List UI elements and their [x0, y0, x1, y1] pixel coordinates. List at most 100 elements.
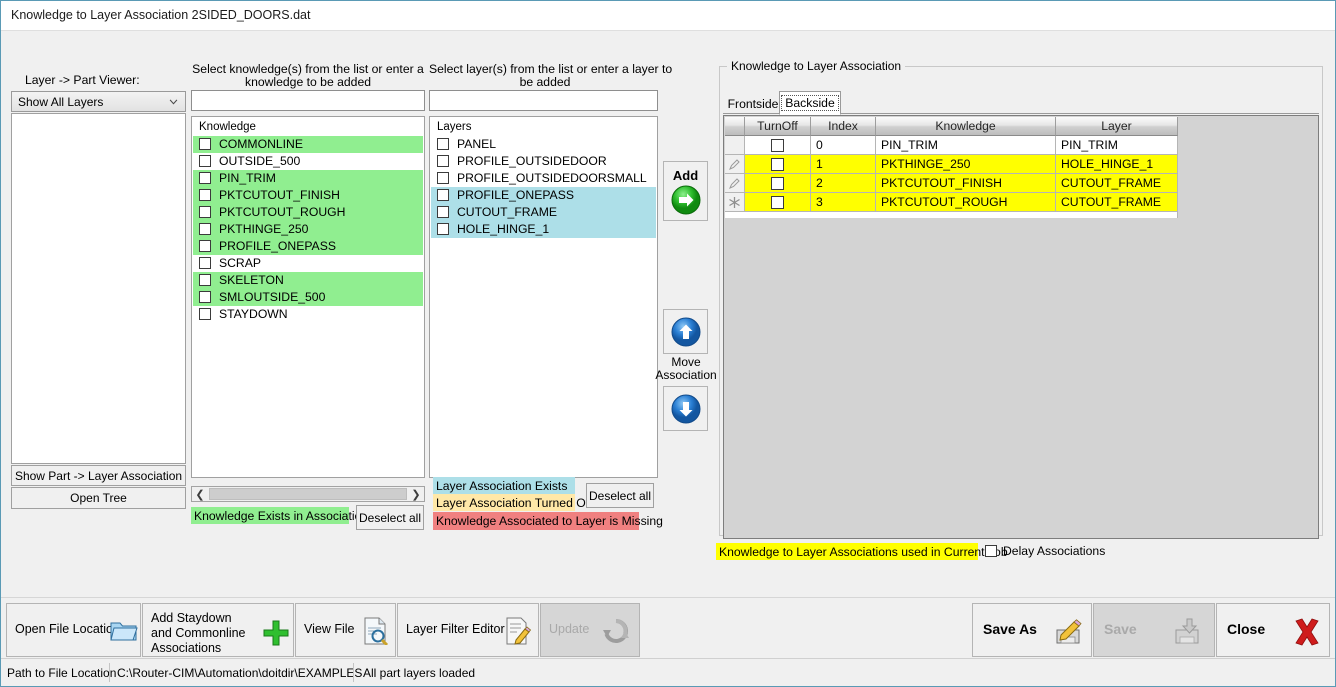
save-button[interactable]: Save	[1093, 603, 1215, 657]
layer-item-row[interactable]: PROFILE_OUTSIDEDOORSMALL	[431, 170, 656, 187]
knowledge-item-row[interactable]: SKELETON	[193, 272, 423, 289]
grid-cell-knowledge[interactable]: PIN_TRIM	[876, 136, 1056, 155]
view-file-button[interactable]: View File	[295, 603, 396, 657]
layer-item-row[interactable]: CUTOUT_FRAME	[431, 204, 656, 221]
knowledge-list[interactable]: Knowledge COMMONLINE OUTSIDE_500 PIN_TRIM P…	[191, 116, 425, 478]
update-button[interactable]: Update	[540, 603, 640, 657]
delay-associations-checkbox[interactable]	[985, 545, 997, 557]
grid-header-turn_off[interactable]: TurnOff	[745, 117, 811, 136]
grid-cell-knowledge[interactable]: PKTCUTOUT_FINISH	[876, 174, 1056, 193]
grid-cell-marker[interactable]	[725, 174, 745, 193]
move-association-down-button[interactable]	[663, 386, 708, 431]
knowledge-item-checkbox[interactable]	[199, 291, 211, 303]
scroll-thumb[interactable]	[209, 488, 407, 500]
save-disk-icon	[1175, 618, 1199, 644]
knowledge-item-row[interactable]: PROFILE_ONEPASS	[193, 238, 423, 255]
grid-cell-knowledge[interactable]: PKTHINGE_250	[876, 155, 1056, 174]
save-as-button[interactable]: Save As	[972, 603, 1092, 657]
grid-cell-index[interactable]: 2	[811, 174, 876, 193]
knowledge-deselect-all-button[interactable]: Deselect all	[356, 505, 424, 530]
close-button[interactable]: Close	[1216, 603, 1330, 657]
layer-item-row[interactable]: HOLE_HINGE_1	[431, 221, 656, 238]
grid-turnoff-checkbox[interactable]	[771, 138, 784, 152]
grid-header-index[interactable]: Index	[811, 117, 876, 136]
layer-item-checkbox[interactable]	[437, 206, 449, 218]
open-file-location-button[interactable]: Open File Location	[6, 603, 141, 657]
add-staydown-commonline-button[interactable]: Add Staydown and Commonline Associations	[142, 603, 294, 657]
scroll-right-icon[interactable]: ❯	[408, 487, 424, 501]
layer-item-checkbox[interactable]	[437, 189, 449, 201]
grid-cell-layer[interactable]: CUTOUT_FRAME	[1056, 193, 1178, 212]
layer-item-checkbox[interactable]	[437, 155, 449, 167]
grid-cell-knowledge[interactable]: PKTCUTOUT_ROUGH	[876, 193, 1056, 212]
layer-item-row[interactable]: PROFILE_ONEPASS	[431, 187, 656, 204]
knowledge-item-checkbox[interactable]	[199, 274, 211, 286]
layer-entry-input[interactable]	[429, 90, 658, 111]
knowledge-item-checkbox[interactable]	[199, 206, 211, 218]
layers-list[interactable]: Layers PANEL PROFILE_OUTSIDEDOOR PROFILE_O…	[429, 116, 658, 478]
knowledge-item-row[interactable]: OUTSIDE_500	[193, 153, 423, 170]
grid-turnoff-checkbox[interactable]	[771, 176, 784, 190]
knowledge-item-row[interactable]: PKTHINGE_250	[193, 221, 423, 238]
grid-cell-index[interactable]: 0	[811, 136, 876, 155]
knowledge-item-row[interactable]: SCRAP	[193, 255, 423, 272]
layer-filter-editor-button[interactable]: Layer Filter Editor	[397, 603, 539, 657]
layers-deselect-all-button[interactable]: Deselect all	[586, 483, 654, 508]
knowledge-item-checkbox[interactable]	[199, 257, 211, 269]
delay-associations-label: Delay Associations	[1003, 544, 1106, 558]
grid-cell-marker[interactable]	[725, 155, 745, 174]
show-part-layer-association-button[interactable]: Show Part -> Layer Association	[11, 465, 186, 486]
layer-part-viewer-label: Layer -> Part Viewer:	[25, 73, 140, 87]
open-tree-button[interactable]: Open Tree	[11, 487, 186, 509]
move-association-up-button[interactable]	[663, 309, 708, 354]
association-grid[interactable]: TurnOff Index Knowledge Layer 0 PIN_TRIM PIN_T…	[723, 115, 1319, 539]
knowledge-item-checkbox[interactable]	[199, 138, 211, 150]
knowledge-item-row[interactable]: PIN_TRIM	[193, 170, 423, 187]
grid-cell-layer[interactable]: HOLE_HINGE_1	[1056, 155, 1178, 174]
layer-legend-exists: Layer Association Exists	[433, 477, 575, 494]
knowledge-item-checkbox[interactable]	[199, 308, 211, 320]
knowledge-item-checkbox[interactable]	[199, 189, 211, 201]
knowledge-entry-input[interactable]	[191, 90, 425, 111]
grid-cell-turn_off[interactable]	[745, 155, 811, 174]
layer-item-checkbox[interactable]	[437, 223, 449, 235]
grid-turnoff-checkbox[interactable]	[771, 195, 784, 209]
grid-cell-marker[interactable]	[725, 136, 745, 155]
layer-legend-missing: Knowledge Associated to Layer is Missing	[433, 512, 663, 530]
scroll-left-icon[interactable]: ❮	[192, 487, 208, 501]
layer-item-label: PROFILE_ONEPASS	[457, 188, 574, 202]
knowledge-item-row[interactable]: PKTCUTOUT_ROUGH	[193, 204, 423, 221]
knowledge-item-checkbox[interactable]	[199, 240, 211, 252]
grid-cell-marker[interactable]	[725, 193, 745, 212]
knowledge-item-label: PKTCUTOUT_FINISH	[219, 188, 340, 202]
layer-item-checkbox[interactable]	[437, 138, 449, 150]
knowledge-item-row[interactable]: COMMONLINE	[193, 136, 423, 153]
knowledge-item-checkbox[interactable]	[199, 155, 211, 167]
grid-cell-turn_off[interactable]	[745, 193, 811, 212]
knowledge-list-hscrollbar[interactable]: ❮ ❯	[191, 486, 425, 502]
tab-backside[interactable]: Backside	[779, 91, 841, 115]
layer-item-row[interactable]: PROFILE_OUTSIDEDOOR	[431, 153, 656, 170]
grid-cell-layer[interactable]: CUTOUT_FRAME	[1056, 174, 1178, 193]
layer-item-checkbox[interactable]	[437, 172, 449, 184]
add-association-button[interactable]: Add	[663, 161, 708, 221]
knowledge-item-checkbox[interactable]	[199, 223, 211, 235]
grid-cell-turn_off[interactable]	[745, 174, 811, 193]
part-viewer-panel[interactable]	[11, 113, 186, 464]
grid-cell-layer[interactable]: PIN_TRIM	[1056, 136, 1178, 155]
grid-header-knowledge[interactable]: Knowledge	[876, 117, 1056, 136]
status-message: All part layers loaded	[363, 665, 476, 680]
grid-cell-index[interactable]: 3	[811, 193, 876, 212]
layer-filter-combobox[interactable]: Show All Layers	[11, 91, 186, 112]
grid-cell-turn_off[interactable]	[745, 136, 811, 155]
knowledge-item-row[interactable]: STAYDOWN	[193, 306, 423, 323]
layer-item-row[interactable]: PANEL	[431, 136, 656, 153]
knowledge-item-row[interactable]: SMLOUTSIDE_500	[193, 289, 423, 306]
grid-cell-index[interactable]: 1	[811, 155, 876, 174]
grid-header-layer[interactable]: Layer	[1056, 117, 1178, 136]
knowledge-item-checkbox[interactable]	[199, 172, 211, 184]
tab-frontside[interactable]: Frontside	[725, 94, 781, 114]
grid-header-marker[interactable]	[725, 117, 745, 136]
grid-turnoff-checkbox[interactable]	[771, 157, 784, 171]
knowledge-item-row[interactable]: PKTCUTOUT_FINISH	[193, 187, 423, 204]
